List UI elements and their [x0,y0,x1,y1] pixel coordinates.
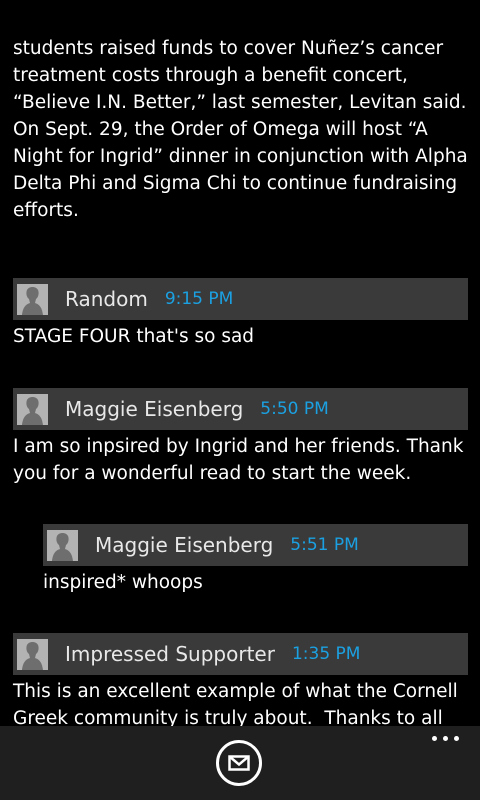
comment-author[interactable]: Maggie Eisenberg [95,533,273,557]
avatar-icon [17,393,48,425]
avatar-icon [47,529,78,561]
comment-time: 5:51 PM [290,535,359,555]
comment-header: Maggie Eisenberg 5:51 PM [43,524,468,566]
comment: Maggie Eisenberg 5:50 PM I am so inpsire… [13,388,468,487]
avatar-icon [17,283,48,315]
comment-header: Maggie Eisenberg 5:50 PM [13,388,468,430]
application-bar [0,726,480,800]
comment-time: 1:35 PM [291,644,361,664]
comment-header: Impressed Supporter 1:35 PM [13,633,468,675]
comment-text: STAGE FOUR that's so sad [13,326,255,347]
comment-author[interactable]: Maggie Eisenberg [65,397,243,421]
mail-button[interactable] [216,740,262,786]
comment-author[interactable]: Impressed Supporter [65,642,275,666]
more-options-icon[interactable] [432,736,459,741]
comment-reply: Maggie Eisenberg 5:51 PM inspired* whoop… [43,524,468,596]
comment-text: inspired* whoops [43,572,203,593]
comment-author[interactable]: Random [65,287,148,311]
comments-screen: students raised funds to cover Nuñez’s c… [0,0,480,800]
comment: Random 9:15 PM STAGE FOUR that's so sad [13,278,468,350]
comment-header: Random 9:15 PM [13,278,468,320]
comment-text: I am so inpsired by Ingrid and her frien… [13,436,470,484]
comment-time: 5:50 PM [260,399,329,419]
article-text: students raised funds to cover Nuñez’s c… [13,38,468,221]
mail-icon [228,755,250,771]
comment-time: 9:15 PM [164,289,234,309]
avatar-icon [17,638,48,670]
